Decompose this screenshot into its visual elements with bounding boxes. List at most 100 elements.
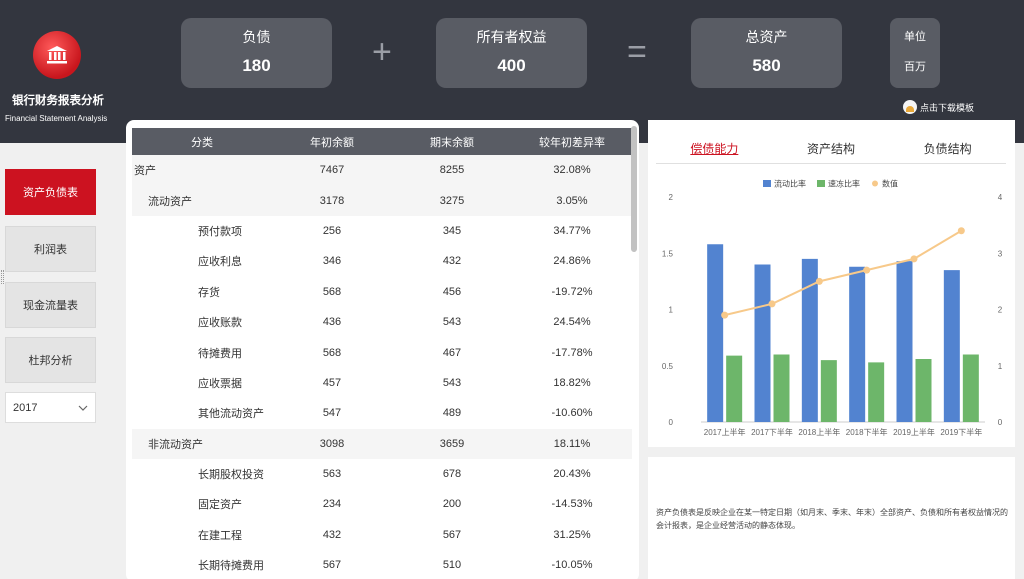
solvency-chart: 0 0.5 1 1.5 2 0 1 2 3 4 2017上半年 2017下半年 2018上半年 2018下… [655, 172, 1010, 445]
legend-swatch [763, 180, 771, 187]
y-left-tick-label: 2 [669, 193, 674, 202]
row-end: 678 [442, 468, 462, 481]
row-diff: 24.86% [553, 255, 591, 268]
unit-value: 百万 [904, 61, 926, 73]
kpi-equity-label: 所有者权益 [476, 29, 547, 45]
row-diff: -17.78% [551, 346, 593, 359]
download-avatar-icon [903, 100, 917, 114]
row-end: 200 [442, 498, 462, 511]
bar-quick-ratio [820, 360, 837, 422]
row-diff: 34.77% [553, 224, 591, 237]
row-begin: 563 [322, 468, 342, 481]
x-tick-label: 2017下半年 [751, 427, 793, 437]
line-point [957, 227, 965, 235]
row-end: 489 [442, 407, 462, 420]
tab-liability-structure[interactable]: 负债结构 [889, 138, 1006, 163]
legend-label: 流动比率 [774, 179, 806, 189]
row-begin: 457 [322, 376, 342, 389]
row-category: 长期待摊费用 [198, 560, 264, 573]
legend-swatch [872, 180, 878, 187]
nav-cash-flow[interactable]: 现金流量表 [5, 282, 96, 328]
table-row: 流动资产 3178 3275 3.05% [132, 185, 632, 216]
bar-quick-ratio [868, 362, 885, 422]
bar-current-ratio [896, 261, 913, 422]
row-end: 432 [442, 255, 462, 268]
table-row: 预付款项 256 345 34.77% [132, 216, 632, 246]
row-diff: -14.53% [551, 498, 593, 511]
nav-income-statement[interactable]: 利润表 [5, 226, 96, 272]
bank-building-icon [47, 46, 67, 64]
balance-sheet-table: 分类 年初余额 期末余额 较年初差异率 资产 7467 8255 32.08% 流动资产… [126, 120, 639, 579]
download-template-label: 点击下载模板 [920, 102, 975, 113]
row-category: 存货 [198, 286, 220, 299]
row-category: 资产 [134, 165, 156, 178]
bar-quick-ratio [962, 354, 979, 422]
table-row: 其他流动资产 547 489 -10.60% [132, 398, 632, 428]
nav-income-statement-label: 利润表 [34, 244, 67, 256]
row-diff: 20.43% [553, 468, 591, 481]
bar-current-ratio [943, 270, 960, 422]
legend-label: 速冻比率 [828, 179, 860, 189]
row-end: 567 [442, 528, 462, 541]
chart-tabs: 偿债能力 资产结构 负债结构 [656, 138, 1006, 164]
y-right-tick-label: 1 [998, 362, 1003, 371]
row-begin: 568 [322, 285, 342, 298]
table-row: 存货 568 456 -19.72% [132, 277, 632, 307]
download-template-link[interactable]: 点击下载模板 [903, 100, 974, 114]
line-point [910, 255, 918, 263]
row-end: 467 [442, 346, 462, 359]
y-right-tick-label: 4 [998, 193, 1003, 202]
kpi-equity-value: 400 [497, 56, 526, 75]
nav-dupont-label: 杜邦分析 [28, 355, 73, 367]
table-row: 资产 7467 8255 32.08% [132, 155, 632, 186]
equals-operator: = [627, 33, 647, 71]
x-tick-label: 2018上半年 [798, 427, 840, 437]
y-left-tick-label: 0.5 [662, 362, 674, 371]
kpi-equity: 所有者权益 400 [436, 18, 587, 88]
row-category: 应收利息 [198, 256, 242, 269]
line-point [721, 311, 729, 319]
panel-separator [648, 447, 1024, 457]
row-diff: 3.05% [556, 194, 588, 207]
unit-box: 单位 百万 [890, 18, 940, 88]
nav-balance-sheet[interactable]: 资产负债表 [5, 169, 96, 215]
side-resize-handle[interactable] [1, 270, 4, 284]
tab-asset-structure[interactable]: 资产结构 [773, 138, 890, 163]
col-header-begin: 年初余额 [310, 136, 354, 149]
table-row: 应收账款 436 543 24.54% [132, 307, 632, 337]
nav-dupont[interactable]: 杜邦分析 [5, 337, 96, 383]
row-begin: 547 [322, 407, 342, 420]
year-select[interactable]: 2017 [5, 392, 96, 423]
kpi-total-assets-value: 580 [752, 56, 781, 75]
col-header-diff: 较年初差异率 [539, 136, 605, 149]
row-end: 543 [442, 376, 462, 389]
legend-swatch [817, 180, 825, 187]
row-category: 应收账款 [198, 317, 242, 330]
bar-current-ratio [754, 264, 771, 422]
bar-current-ratio [849, 266, 866, 422]
plus-operator: + [372, 33, 392, 71]
row-begin: 568 [322, 346, 342, 359]
x-tick-label: 2018下半年 [846, 427, 888, 437]
row-end: 3275 [439, 194, 465, 207]
bar-quick-ratio [726, 355, 743, 422]
row-diff: -10.60% [551, 407, 593, 420]
table-row: 长期待摊费用 567 510 -10.05% [132, 550, 632, 579]
tab-solvency[interactable]: 偿债能力 [656, 138, 773, 163]
row-begin: 346 [322, 255, 342, 268]
row-begin: 234 [322, 498, 342, 511]
row-diff: 24.54% [553, 316, 591, 329]
kpi-liabilities: 负债 180 [181, 18, 332, 88]
app-subtitle: Financial Statement Analysis [5, 114, 108, 123]
line-point [768, 300, 776, 308]
row-category: 应收票据 [198, 377, 242, 390]
row-category: 其他流动资产 [198, 408, 264, 421]
col-header-category: 分类 [191, 136, 213, 149]
row-end: 8255 [439, 164, 465, 177]
row-end: 456 [442, 285, 462, 298]
table-header: 分类 年初余额 期末余额 较年初差异率 [132, 128, 632, 155]
table-scrollbar[interactable] [631, 126, 637, 252]
row-category: 非流动资产 [148, 438, 203, 451]
nav-balance-sheet-label: 资产负债表 [23, 187, 78, 199]
col-header-end: 期末余额 [430, 136, 474, 149]
